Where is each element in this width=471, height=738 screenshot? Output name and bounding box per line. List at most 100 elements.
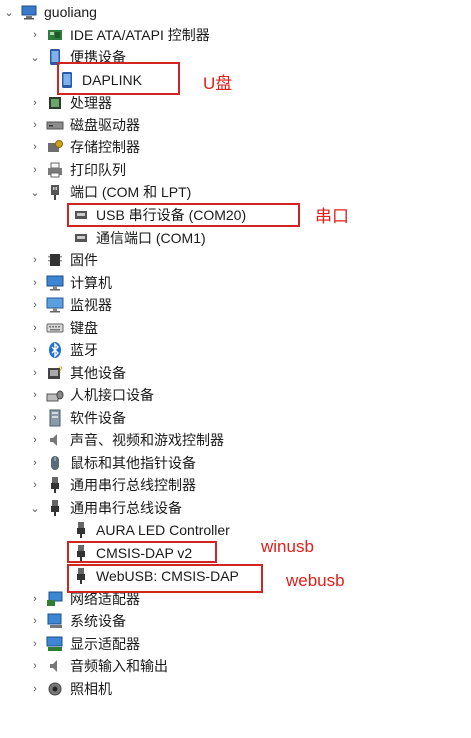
tree-item-aura[interactable]: AURA LED Controller bbox=[72, 519, 230, 541]
chevron-right-icon[interactable]: › bbox=[28, 272, 42, 294]
tree-item-firmware[interactable]: › 固件 bbox=[28, 249, 98, 271]
chevron-down-icon[interactable]: ⌄ bbox=[2, 1, 16, 23]
tree-item-label: AURA LED Controller bbox=[96, 522, 230, 538]
svg-text:?: ? bbox=[58, 366, 63, 376]
chevron-right-icon[interactable]: › bbox=[28, 114, 42, 136]
tree-item-label: 声音、视频和游戏控制器 bbox=[70, 432, 224, 448]
tree-item-label: 其他设备 bbox=[70, 365, 126, 381]
tree-item-software-devices[interactable]: › 软件设备 bbox=[28, 407, 126, 429]
chevron-right-icon[interactable]: › bbox=[28, 655, 42, 677]
unknown-device-icon: ? bbox=[46, 364, 64, 382]
port-icon bbox=[72, 229, 90, 247]
tree-item-label: 鼠标和其他指针设备 bbox=[70, 455, 196, 471]
chevron-right-icon[interactable]: › bbox=[28, 429, 42, 451]
chevron-right-icon[interactable]: › bbox=[28, 249, 42, 271]
tree-item-label: 蓝牙 bbox=[70, 342, 98, 358]
speaker-icon bbox=[46, 657, 64, 675]
tree-item-print-queue[interactable]: › 打印队列 bbox=[28, 159, 126, 181]
chevron-right-icon[interactable]: › bbox=[28, 159, 42, 181]
camera-icon bbox=[46, 680, 64, 698]
tree-item-label: 显示适配器 bbox=[70, 636, 140, 652]
chevron-right-icon[interactable]: › bbox=[28, 407, 42, 429]
highlight-daplink-box bbox=[57, 62, 180, 95]
chevron-right-icon[interactable]: › bbox=[28, 339, 42, 361]
tree-item-label: 通信端口 (COM1) bbox=[96, 230, 206, 246]
tree-item-display-adapters[interactable]: › 显示适配器 bbox=[28, 633, 140, 655]
tree-item-other-devices[interactable]: › ? 其他设备 bbox=[28, 362, 126, 384]
tree-item-label: 人机接口设备 bbox=[70, 387, 154, 403]
chevron-right-icon[interactable]: › bbox=[28, 294, 42, 316]
tree-item-cameras[interactable]: › 照相机 bbox=[28, 678, 112, 700]
computer-icon bbox=[46, 274, 64, 292]
chevron-down-icon[interactable]: ⌄ bbox=[28, 181, 42, 203]
tree-item-audio-io[interactable]: › 音频输入和输出 bbox=[28, 655, 168, 677]
hid-icon bbox=[46, 386, 64, 404]
chevron-right-icon[interactable]: › bbox=[28, 633, 42, 655]
tree-item-sound[interactable]: › 声音、视频和游戏控制器 bbox=[28, 429, 224, 451]
tree-item-mice[interactable]: › 鼠标和其他指针设备 bbox=[28, 452, 196, 474]
tree-item-computer[interactable]: › 计算机 bbox=[28, 272, 112, 294]
usb-icon bbox=[46, 499, 64, 517]
tree-item-label: 通用串行总线设备 bbox=[70, 500, 182, 516]
usb-icon bbox=[72, 521, 90, 539]
chevron-down-icon[interactable]: ⌄ bbox=[28, 46, 42, 68]
tree-item-ide[interactable]: › IDE ATA/ATAPI 控制器 bbox=[28, 24, 210, 46]
tree-item-bluetooth[interactable]: › 蓝牙 bbox=[28, 339, 98, 361]
chevron-right-icon[interactable]: › bbox=[28, 384, 42, 406]
chevron-right-icon[interactable]: › bbox=[28, 317, 42, 339]
tree-item-label: 键盘 bbox=[70, 320, 98, 336]
mouse-icon bbox=[46, 454, 64, 472]
tree-item-keyboards[interactable]: › 键盘 bbox=[28, 317, 98, 339]
tree-item-label: IDE ATA/ATAPI 控制器 bbox=[70, 27, 210, 43]
chevron-right-icon[interactable]: › bbox=[28, 678, 42, 700]
annotation-webusb: webusb bbox=[286, 571, 345, 590]
disk-drive-icon bbox=[46, 116, 64, 134]
network-adapter-icon bbox=[46, 590, 64, 608]
chevron-right-icon[interactable]: › bbox=[28, 362, 42, 384]
tree-item-disk-drives[interactable]: › 磁盘驱动器 bbox=[28, 114, 140, 136]
tree-item-label: 系统设备 bbox=[70, 613, 126, 629]
tree-item-label: 通用串行总线控制器 bbox=[70, 477, 196, 493]
bluetooth-icon bbox=[46, 341, 64, 359]
tree-item-usb-controllers[interactable]: › 通用串行总线控制器 bbox=[28, 474, 196, 496]
chevron-right-icon[interactable]: › bbox=[28, 610, 42, 632]
tree-item-processor[interactable]: › 处理器 bbox=[28, 92, 112, 114]
tree-item-label: 磁盘驱动器 bbox=[70, 117, 140, 133]
tree-item-com1[interactable]: 通信端口 (COM1) bbox=[72, 227, 206, 249]
tree-item-system-devices[interactable]: › 系统设备 bbox=[28, 610, 126, 632]
ide-controller-icon bbox=[46, 26, 64, 44]
chevron-right-icon[interactable]: › bbox=[28, 136, 42, 158]
tree-item-label: 打印队列 bbox=[70, 162, 126, 178]
processor-icon bbox=[46, 94, 64, 112]
root-label: guoliang bbox=[44, 4, 97, 20]
highlight-usb-serial-box bbox=[67, 203, 300, 227]
tree-item-storage-controllers[interactable]: › 存储控制器 bbox=[28, 136, 140, 158]
monitor-icon bbox=[46, 296, 64, 314]
tree-item-label: 监视器 bbox=[70, 297, 112, 313]
annotation-udisk: U盘 bbox=[203, 74, 233, 93]
highlight-webusb-box bbox=[67, 564, 263, 593]
system-device-icon bbox=[46, 612, 64, 630]
chevron-right-icon[interactable]: › bbox=[28, 588, 42, 610]
software-device-icon bbox=[46, 409, 64, 427]
tree-item-usb-devices[interactable]: ⌄ 通用串行总线设备 bbox=[28, 497, 182, 519]
chevron-right-icon[interactable]: › bbox=[28, 452, 42, 474]
chevron-down-icon[interactable]: ⌄ bbox=[28, 497, 42, 519]
tree-item-ports[interactable]: ⌄ 端口 (COM 和 LPT) bbox=[28, 181, 191, 203]
printer-icon bbox=[46, 161, 64, 179]
chevron-right-icon[interactable]: › bbox=[28, 474, 42, 496]
tree-item-label: 固件 bbox=[70, 252, 98, 268]
chevron-right-icon[interactable]: › bbox=[28, 92, 42, 114]
chevron-right-icon[interactable]: › bbox=[28, 24, 42, 46]
tree-item-hid[interactable]: › 人机接口设备 bbox=[28, 384, 154, 406]
computer-icon bbox=[20, 3, 38, 21]
annotation-serial: 串口 bbox=[315, 207, 349, 226]
keyboard-icon bbox=[46, 319, 64, 337]
tree-item-label: 存储控制器 bbox=[70, 139, 140, 155]
tree-item-label: 照相机 bbox=[70, 681, 112, 697]
firmware-icon bbox=[46, 251, 64, 269]
tree-item-monitors[interactable]: › 监视器 bbox=[28, 294, 112, 316]
tree-root[interactable]: ⌄ guoliang bbox=[2, 1, 97, 23]
speaker-icon bbox=[46, 431, 64, 449]
tree-item-label: 处理器 bbox=[70, 95, 112, 111]
